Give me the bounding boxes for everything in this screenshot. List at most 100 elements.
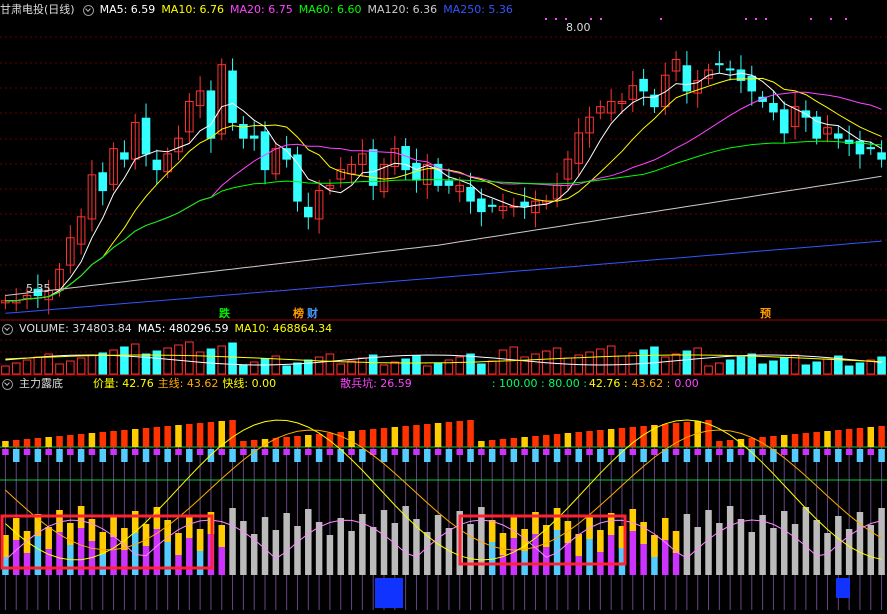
ma250-line — [5, 240, 882, 314]
volume-bar — [650, 346, 659, 375]
volume-bar — [282, 365, 291, 375]
indicator-red-bar — [586, 431, 593, 447]
volume-bar — [185, 341, 194, 375]
indicator-red-bar — [45, 437, 52, 447]
volume-bar — [379, 364, 389, 375]
indicator-under-bar — [607, 449, 615, 455]
indicator-red-bar — [878, 426, 885, 447]
indicator-column-top — [651, 535, 658, 557]
volume-bar — [22, 359, 32, 375]
volume-bar — [390, 361, 400, 375]
indicator-under-bar — [770, 449, 777, 462]
volume-bar — [293, 362, 302, 375]
volume-bar — [174, 344, 183, 375]
indicator-red-bar — [618, 428, 626, 447]
indicator-under-bar — [153, 449, 161, 455]
volume-bar — [217, 345, 227, 375]
candle-body — [206, 90, 216, 139]
indicator-column-top — [597, 530, 604, 552]
indicator-red-bar — [207, 422, 215, 447]
stock-chart[interactable] — [0, 0, 887, 614]
indicator-red-bar — [672, 423, 680, 447]
indicator-under-bar — [77, 449, 85, 462]
candle-body — [477, 198, 486, 213]
indicator-under-bar — [586, 449, 593, 455]
indicator-under-bar — [45, 449, 52, 455]
indicator-column — [813, 520, 820, 575]
volume-bar — [314, 356, 324, 375]
signal-dot — [545, 18, 547, 20]
indicator-column — [705, 510, 712, 575]
indicator-red-bar — [780, 435, 788, 447]
candle-body — [779, 109, 789, 134]
indicator-under-bar — [672, 449, 680, 455]
indicator-red-bar — [121, 430, 128, 447]
indicator-red-bar — [250, 440, 258, 447]
candle-body — [487, 204, 497, 207]
volume-bar — [401, 358, 410, 375]
indicator-red-bar — [521, 437, 528, 447]
indicator-red-bar — [196, 423, 204, 447]
candle-body — [682, 65, 692, 92]
volume-bar — [823, 358, 832, 375]
indicator-under-bar — [294, 449, 301, 462]
indicator-under-bar — [856, 449, 864, 462]
indicator-column-top — [510, 516, 518, 538]
indicator-under-bar — [88, 449, 96, 455]
volume-bar — [736, 356, 746, 375]
candle-body — [639, 78, 648, 92]
indicator-column-top — [218, 525, 225, 547]
indicator-under-bar — [380, 449, 388, 462]
indicator-under-bar — [218, 449, 225, 455]
indicator-under-bar — [175, 449, 182, 455]
indicator-red-bar — [845, 429, 853, 447]
indicator-red-bar — [835, 430, 842, 447]
indicator-column — [261, 517, 269, 575]
volume-bar — [660, 356, 670, 375]
indicator-under-bar — [835, 449, 842, 462]
indicator-under-bar — [488, 449, 496, 462]
signal-dot — [845, 18, 847, 20]
indicator-column — [369, 527, 377, 575]
tag-die[interactable]: 跌 — [219, 305, 230, 321]
volume-bar — [66, 360, 75, 375]
indicator-column-top — [488, 520, 496, 542]
indicator-red-bar — [445, 422, 453, 447]
candle-body — [249, 135, 259, 139]
candle-body — [769, 103, 778, 113]
indicator-red-bar — [543, 435, 550, 447]
indicator-under-bar — [121, 449, 128, 462]
tag-bang[interactable]: 榜 — [293, 305, 304, 321]
indicator-column — [348, 531, 355, 575]
blue-bar — [375, 578, 403, 608]
indicator-red-bar — [575, 432, 582, 447]
blue-bar — [836, 578, 850, 598]
indicator-column — [770, 528, 777, 575]
candle-body — [812, 116, 821, 139]
indicator-red-bar — [348, 431, 355, 447]
tag-cai[interactable]: 财 — [307, 305, 318, 321]
volume-bar — [336, 363, 346, 375]
indicator-under-bar — [337, 449, 344, 462]
volume-bar — [639, 349, 648, 375]
indicator-red-bar — [791, 434, 799, 447]
indicator-under-bar — [110, 449, 117, 455]
indicator-under-bar — [12, 449, 20, 462]
volume-bar — [152, 350, 162, 375]
indicator-column — [337, 518, 344, 575]
indicator-under-bar — [629, 449, 637, 455]
candle-body — [304, 206, 313, 218]
indicator-column — [240, 521, 247, 575]
indicator-red-bar — [186, 424, 193, 447]
indicator-red-bar — [380, 428, 388, 447]
tag-yu[interactable]: 预 — [760, 305, 771, 321]
indicator-column-top — [629, 509, 637, 531]
volume-bar — [206, 348, 216, 375]
volume-bar — [704, 365, 713, 375]
indicator-column-top — [175, 533, 182, 555]
candle-body — [228, 70, 237, 123]
indicator-column-top — [662, 518, 669, 540]
indicator-column-top — [153, 507, 161, 529]
volume-bar — [55, 363, 64, 375]
volume-bar — [433, 362, 443, 375]
